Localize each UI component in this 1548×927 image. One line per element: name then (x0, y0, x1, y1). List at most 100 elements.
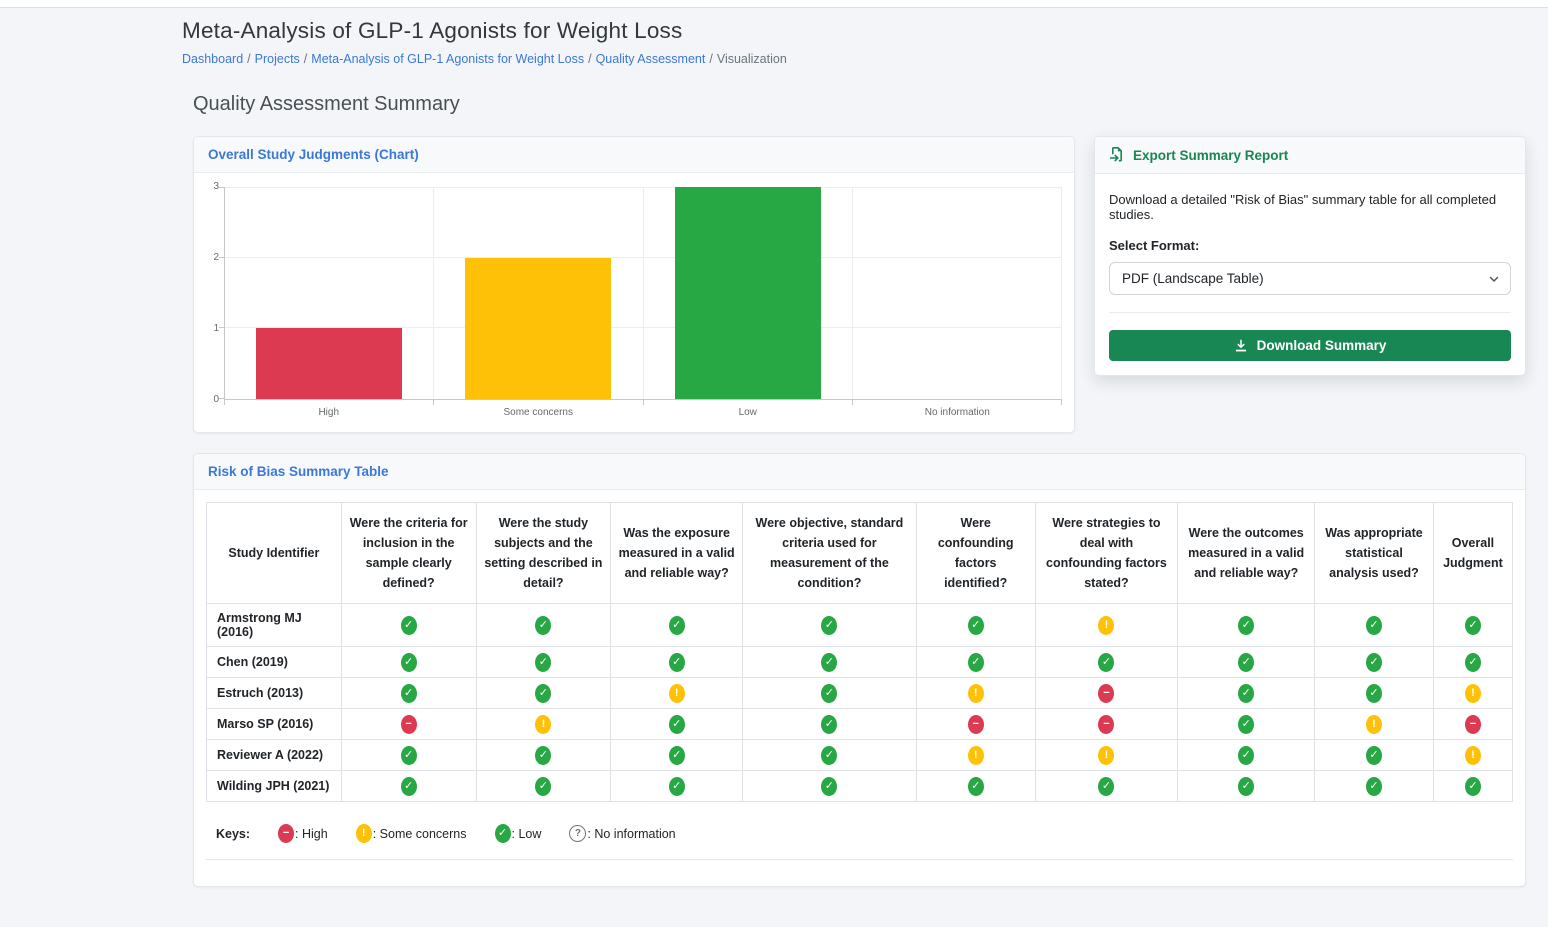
judgment-cell: ✓ (743, 647, 917, 678)
check-circle-icon: ✓ (821, 616, 837, 635)
check-circle-icon: ✓ (1465, 616, 1481, 635)
breadcrumb-item[interactable]: Meta-Analysis of GLP-1 Agonists for Weig… (311, 52, 584, 66)
check-circle-icon: ✓ (401, 653, 417, 672)
check-circle-icon: ✓ (401, 616, 417, 635)
check-circle-icon: ✓ (1238, 777, 1254, 796)
judgment-cell: ✓ (341, 604, 476, 647)
judgment-cell: ✓ (341, 647, 476, 678)
key-text: : No information (587, 827, 675, 841)
study-identifier-cell: Estruch (2013) (207, 678, 342, 709)
y-axis-tick-label: 1 (213, 324, 219, 334)
minus-circle-icon: − (278, 824, 294, 843)
judgment-cell: − (1035, 709, 1178, 740)
judgment-cell: ✓ (611, 709, 743, 740)
check-circle-icon: ✓ (669, 777, 685, 796)
judgment-cell: ✓ (916, 647, 1035, 678)
keys-label: Keys: (216, 827, 250, 841)
judgment-cell: − (341, 709, 476, 740)
judgment-cell: ✓ (743, 709, 917, 740)
column-header: Was the exposure measured in a valid and… (611, 503, 743, 604)
breadcrumb-separator: / (584, 52, 595, 66)
file-export-icon (1109, 147, 1125, 163)
table-card-header: Risk of Bias Summary Table (194, 454, 1525, 490)
table-row: Marso SP (2016)−!✓✓−−✓!− (207, 709, 1513, 740)
judgment-cell: ✓ (743, 678, 917, 709)
check-circle-icon: ✓ (1238, 746, 1254, 765)
exclamation-circle-icon: ! (535, 715, 551, 734)
table-row: Chen (2019)✓✓✓✓✓✓✓✓✓ (207, 647, 1513, 678)
judgment-cell: ! (476, 709, 611, 740)
check-circle-icon: ✓ (1366, 616, 1382, 635)
judgment-cell: ✓ (1315, 771, 1434, 802)
judgment-cell: ✓ (476, 771, 611, 802)
column-header: Were confounding factors identified? (916, 503, 1035, 604)
check-circle-icon: ✓ (1366, 684, 1382, 703)
minus-circle-icon: − (401, 715, 417, 734)
check-circle-icon: ✓ (401, 777, 417, 796)
judgment-cell: ✓ (1035, 647, 1178, 678)
plot-area (224, 187, 1062, 400)
format-label: Select Format: (1109, 238, 1511, 253)
column-header: Were the study subjects and the setting … (476, 503, 611, 604)
judgment-cell: ✓ (1315, 678, 1434, 709)
judgment-cell: ✓ (1433, 771, 1512, 802)
breadcrumb-item[interactable]: Dashboard (182, 52, 243, 66)
check-circle-icon: ✓ (535, 777, 551, 796)
judgment-cell: ! (611, 678, 743, 709)
check-circle-icon: ✓ (1098, 777, 1114, 796)
judgment-cell: ✓ (1178, 709, 1315, 740)
check-circle-icon: ✓ (821, 777, 837, 796)
key-item: !: Some concerns (356, 824, 467, 843)
check-circle-icon: ✓ (968, 653, 984, 672)
chart-category-some-concerns (434, 187, 643, 399)
bar-low[interactable] (675, 187, 821, 399)
check-circle-icon: ✓ (1465, 777, 1481, 796)
breadcrumb-item[interactable]: Quality Assessment (596, 52, 706, 66)
question-circle-icon: ? (569, 825, 586, 842)
judgment-cell: ✓ (341, 740, 476, 771)
bar-some-concerns[interactable] (465, 258, 611, 399)
judgment-cell: ✓ (743, 740, 917, 771)
download-button-label: Download Summary (1257, 338, 1387, 353)
chart-category-low (644, 187, 853, 399)
page-title: Meta-Analysis of GLP-1 Agonists for Weig… (182, 18, 1526, 44)
export-description: Download a detailed "Risk of Bias" summa… (1109, 192, 1511, 222)
judgment-cell: ✓ (611, 604, 743, 647)
exclamation-circle-icon: ! (968, 684, 984, 703)
judgment-cell: ✓ (476, 647, 611, 678)
page: Meta-Analysis of GLP-1 Agonists for Weig… (0, 18, 1548, 927)
key-item: ✓: Low (495, 824, 542, 843)
judgment-cell: ✓ (611, 740, 743, 771)
y-axis-tick (219, 257, 224, 258)
exclamation-circle-icon: ! (356, 824, 372, 843)
y-axis-tick (219, 187, 224, 188)
table-card-title: Risk of Bias Summary Table (208, 464, 389, 479)
judgment-cell: ✓ (611, 647, 743, 678)
judgment-cell: − (916, 709, 1035, 740)
judgment-cell: ✓ (1315, 740, 1434, 771)
check-circle-icon: ✓ (535, 684, 551, 703)
check-circle-icon: ✓ (968, 777, 984, 796)
study-identifier-cell: Reviewer A (2022) (207, 740, 342, 771)
y-axis: 0123 (206, 187, 224, 400)
bar-high[interactable] (256, 328, 402, 399)
download-summary-button[interactable]: Download Summary (1109, 330, 1511, 361)
x-axis-labels: HighSome concernsLowNo information (224, 407, 1062, 418)
check-circle-icon: ✓ (669, 715, 685, 734)
chart-card-header: Overall Study Judgments (Chart) (194, 137, 1074, 173)
column-header: Were the criteria for inclusion in the s… (341, 503, 476, 604)
key-text: : Some concerns (373, 827, 467, 841)
check-circle-icon: ✓ (401, 684, 417, 703)
y-axis-tick (219, 327, 224, 328)
breadcrumb-item[interactable]: Projects (255, 52, 300, 66)
format-select[interactable]: PDF (Landscape Table) (1109, 262, 1511, 295)
check-circle-icon: ✓ (495, 824, 511, 843)
column-header: Overall Judgment (1433, 503, 1512, 604)
y-axis-tick (219, 398, 224, 399)
judgment-cell: ✓ (341, 678, 476, 709)
table-row: Armstrong MJ (2016)✓✓✓✓✓!✓✓✓ (207, 604, 1513, 647)
judgment-cell: ✓ (476, 604, 611, 647)
judgment-cell: ! (916, 678, 1035, 709)
risk-of-bias-table: Study IdentifierWere the criteria for in… (206, 502, 1513, 802)
judgment-cell: ✓ (743, 771, 917, 802)
